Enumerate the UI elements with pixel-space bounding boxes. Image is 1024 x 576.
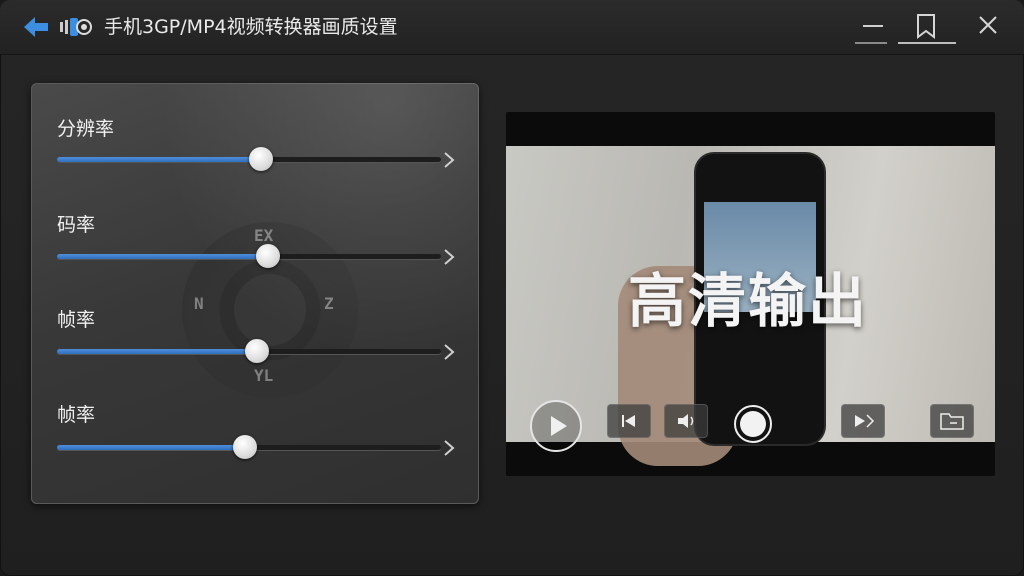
framerate-slider[interactable] (57, 339, 441, 363)
skip-back-icon[interactable] (607, 404, 651, 438)
window-title: 手机3GP/MP4视频转换器画质设置 (104, 16, 398, 38)
title-bar: 手机3GP/MP4视频转换器画质设置 (0, 0, 1024, 55)
volume-icon[interactable] (664, 404, 708, 438)
skip-forward-icon[interactable] (841, 404, 885, 438)
framerate-slider-fill (57, 349, 257, 354)
dial-mark-left: N (194, 294, 204, 313)
resolution-chevron-right-icon[interactable] (441, 151, 457, 169)
bitrate-label: 码率 (57, 214, 96, 236)
dial-center (234, 274, 306, 346)
bookmark-underline (898, 42, 956, 44)
resolution-label: 分辨率 (57, 118, 115, 140)
minimize-underline (855, 42, 887, 44)
framerate-2-slider[interactable] (57, 435, 441, 459)
dial-mark-top: EX (254, 226, 274, 245)
folder-icon[interactable] (930, 404, 974, 438)
app-window: 手机3GP/MP4视频转换器画质设置 EX N Z YL 分辨率 码率 帧率 帧… (0, 0, 1024, 576)
framerate-slider-knob[interactable] (244, 339, 269, 363)
bitrate-slider-knob[interactable] (256, 244, 281, 268)
bookmark-icon[interactable] (906, 10, 946, 44)
shutter-inner (740, 411, 766, 437)
settings-panel: EX N Z YL 分辨率 码率 帧率 帧率 (31, 83, 479, 504)
video-camera-icon (58, 14, 94, 40)
framerate-label: 帧率 (57, 309, 96, 331)
shutter-icon[interactable] (734, 405, 772, 443)
play-icon[interactable] (530, 400, 582, 452)
resolution-slider[interactable] (57, 147, 441, 171)
bitrate-chevron-right-icon[interactable] (441, 248, 457, 266)
minimize-icon[interactable] (853, 10, 893, 44)
dial-mark-right: Z (324, 294, 334, 313)
bitrate-slider-fill (57, 254, 269, 259)
framerate-2-slider-knob[interactable] (233, 435, 258, 459)
video-preview[interactable]: 高清输出 (506, 112, 995, 476)
framerate-2-chevron-right-icon[interactable] (441, 439, 457, 457)
dial-mark-bottom: YL (254, 366, 274, 385)
back-arrow-icon[interactable] (22, 14, 52, 40)
framerate-2-slider-fill (57, 445, 246, 450)
framerate-chevron-right-icon[interactable] (441, 343, 457, 361)
close-icon[interactable] (968, 10, 1008, 44)
bitrate-slider[interactable] (57, 244, 441, 268)
overlay-caption: 高清输出 (628, 267, 869, 335)
resolution-slider-knob[interactable] (248, 147, 273, 171)
resolution-slider-fill (57, 157, 261, 162)
framerate-2-label: 帧率 (57, 404, 96, 426)
